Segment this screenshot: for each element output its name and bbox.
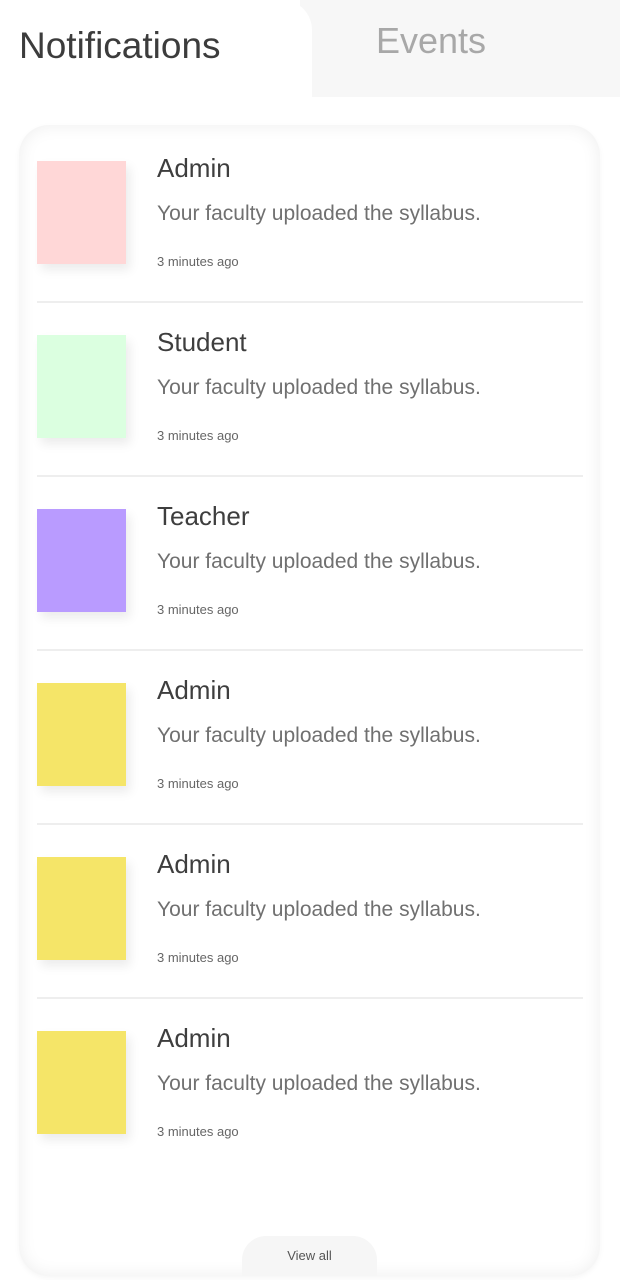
notifications-card: Admin Your faculty uploaded the syllabus… [19,125,600,1276]
notification-message: Your faculty uploaded the syllabus. [157,550,481,573]
notification-time: 3 minutes ago [157,602,239,617]
notification-message: Your faculty uploaded the syllabus. [157,376,481,399]
notification-time: 3 minutes ago [157,254,239,269]
view-all-button[interactable]: View all [242,1236,377,1276]
notification-list: Admin Your faculty uploaded the syllabus… [19,140,600,1184]
notification-time: 3 minutes ago [157,776,239,791]
notification-title: Admin [157,849,231,879]
notification-thumbnail [37,335,126,438]
notification-title: Admin [157,1023,231,1053]
notification-title: Admin [157,675,231,705]
divider [37,301,583,303]
notification-thumbnail [37,161,126,264]
divider [37,649,583,651]
divider [37,997,583,999]
notification-time: 3 minutes ago [157,950,239,965]
notification-thumbnail [37,509,126,612]
notification-message: Your faculty uploaded the syllabus. [157,202,481,225]
notification-title: Admin [157,153,231,183]
notification-thumbnail [37,857,126,960]
notification-time: 3 minutes ago [157,428,239,443]
tab-notifications-label: Notifications [19,25,221,66]
list-item[interactable]: Admin Your faculty uploaded the syllabus… [19,140,600,314]
notification-message: Your faculty uploaded the syllabus. [157,1072,481,1095]
divider [37,823,583,825]
list-item[interactable]: Teacher Your faculty uploaded the syllab… [19,488,600,662]
tab-notifications[interactable]: Notifications [0,0,312,97]
divider [37,475,583,477]
notification-message: Your faculty uploaded the syllabus. [157,898,481,921]
notification-time: 3 minutes ago [157,1124,239,1139]
tab-events-label: Events [376,20,487,61]
notification-message: Your faculty uploaded the syllabus. [157,724,481,747]
tab-events[interactable]: Events [300,0,620,97]
list-item[interactable]: Admin Your faculty uploaded the syllabus… [19,836,600,1010]
notification-title: Teacher [157,501,250,531]
notification-thumbnail [37,683,126,786]
notification-title: Student [157,327,247,357]
list-item[interactable]: Admin Your faculty uploaded the syllabus… [19,1010,600,1184]
notification-thumbnail [37,1031,126,1134]
list-item[interactable]: Admin Your faculty uploaded the syllabus… [19,662,600,836]
list-item[interactable]: Student Your faculty uploaded the syllab… [19,314,600,488]
